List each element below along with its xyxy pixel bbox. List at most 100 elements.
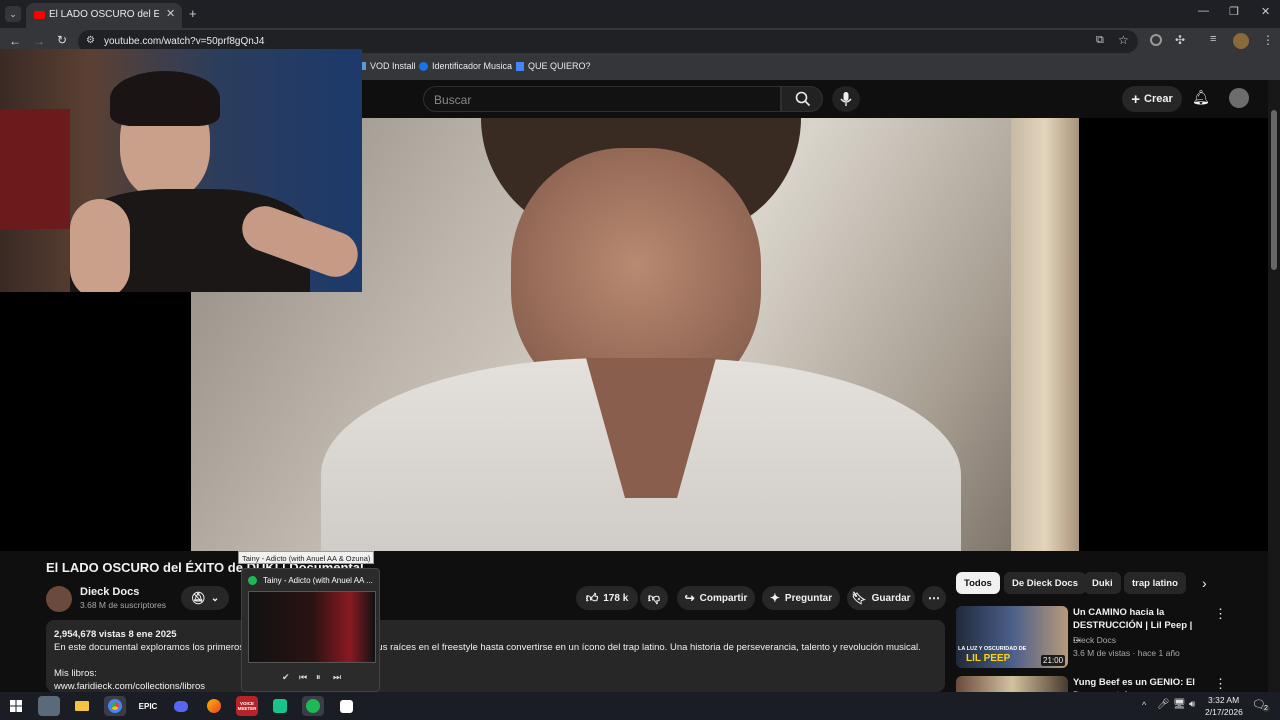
like-button[interactable]: 👍︎ 178 k [576, 586, 638, 610]
chevron-down-icon: ⌄ [210, 592, 220, 604]
tray-overflow-icon[interactable]: ^ [1142, 700, 1146, 710]
windows-icon [10, 700, 22, 712]
clock-date[interactable]: 2/17/2026 [1205, 707, 1243, 717]
more-actions-button[interactable]: ⋯ [922, 586, 946, 610]
windows-taskbar: EPIC VOICE MEETER ^ 🎤︎ 🖥︎ 🔊︎ 3:32 AM 2/1… [0, 692, 1280, 720]
views-date: 2,954,678 vistas 8 ene 2025 [54, 629, 177, 640]
video-player[interactable] [0, 49, 1268, 551]
folder-icon [75, 701, 89, 711]
tab-search-button[interactable]: ⌄ [5, 6, 21, 22]
reload-icon[interactable]: ↻ [57, 33, 67, 47]
channel-name[interactable]: Dieck Docs [80, 586, 139, 598]
chrome-taskbar-icon[interactable] [104, 696, 126, 716]
back-icon[interactable]: ← [9, 34, 21, 48]
forward-icon[interactable]: → [33, 34, 45, 48]
chips-next-icon[interactable]: › [1202, 575, 1207, 591]
new-tab-icon[interactable]: + [189, 6, 197, 21]
minimize-icon[interactable]: — [1198, 5, 1209, 17]
spotify-window-thumbnail [248, 591, 376, 663]
url-text: youtube.com/watch?v=50prf8gQnJ4 [104, 36, 265, 47]
video-thumbnail[interactable]: LA LUZ Y OSCURIDAD DE LIL PEEP 21:00 [956, 606, 1068, 668]
spotify-taskbar-preview[interactable]: Tainy - Adicto (with Anuel AA ... ✔ ⏮ ⏸ … [241, 568, 380, 692]
subscribed-bell-button[interactable]: 🔕︎ ⌄ [181, 586, 229, 610]
rec-more-icon[interactable]: ⋮ [1214, 606, 1227, 622]
video-thumbnail[interactable] [956, 676, 1068, 692]
microphone-tray-icon[interactable]: 🎤︎ [1157, 699, 1170, 710]
search-icon [795, 91, 811, 107]
search-input[interactable]: Buscar [423, 86, 781, 112]
discord-icon[interactable] [170, 696, 192, 716]
tab-bar: ⌄ El LADO OSCURO del ÉXITO de ✕ + — ❐ ✕ [0, 0, 1280, 28]
clock-time[interactable]: 3:32 AM [1208, 695, 1239, 705]
bookmark-star-icon[interactable]: ☆ [1118, 33, 1129, 47]
browser-tab[interactable]: El LADO OSCURO del ÉXITO de ✕ [26, 3, 182, 28]
media-control-icon[interactable]: ≡ [1210, 33, 1216, 45]
bookmark-label: Identificador Musica [432, 61, 513, 71]
spotify-logo-icon [306, 699, 320, 713]
notification-count: 2 [1262, 705, 1270, 712]
page-scrollbar[interactable] [1268, 80, 1280, 692]
install-app-icon[interactable]: ⧉ [1096, 34, 1104, 47]
bookmark-vod-install[interactable]: VOD Install [358, 61, 416, 71]
scrollbar-thumb[interactable] [1271, 110, 1277, 270]
close-window-icon[interactable]: ✕ [1261, 5, 1270, 18]
chrome-menu-icon[interactable]: ⋮ [1262, 33, 1274, 47]
previous-track-icon[interactable]: ⏮ [299, 672, 307, 683]
voice-search-button[interactable] [832, 86, 860, 112]
create-label: Crear [1144, 93, 1173, 105]
chip-de-dieck-docs[interactable]: De Dieck Docs [1004, 572, 1087, 594]
next-track-icon[interactable]: ⏭ [333, 672, 341, 683]
doc-icon [516, 61, 524, 71]
share-button[interactable]: ↪ Compartir [677, 586, 755, 610]
description-text-start: En este documental exploramos los primer… [54, 642, 245, 653]
file-explorer-icon[interactable] [71, 696, 93, 716]
task-view-icon[interactable] [38, 696, 60, 716]
voicemeeter-icon[interactable]: VOICE MEETER [236, 696, 258, 716]
search-button[interactable] [781, 86, 823, 112]
notifications-bell-icon[interactable]: 🔔︎ [1192, 89, 1210, 106]
chip-trap-latino[interactable]: trap latino [1124, 572, 1186, 594]
share-icon: ↪ [684, 591, 695, 605]
extensions-puzzle-icon[interactable]: ✣ [1175, 33, 1185, 47]
rec-meta: 3.6 M de vistas · hace 1 año [1073, 648, 1180, 658]
dislike-button[interactable]: 👎︎ [640, 586, 668, 610]
spotify-tooltip: Tainy - Adicto (with Anuel AA & Ozuna) [238, 551, 375, 564]
description-box[interactable]: 2,954,678 vistas 8 ene 2025 En este docu… [46, 620, 945, 692]
app-green-icon[interactable] [269, 696, 291, 716]
save-button[interactable]: 🔖︎ Guardar [847, 586, 915, 610]
epic-label: EPIC [138, 701, 158, 711]
profile-avatar[interactable] [1233, 33, 1249, 49]
epic-games-icon[interactable]: EPIC [137, 696, 159, 716]
rec-more-icon[interactable]: ⋮ [1214, 676, 1227, 692]
like-song-icon[interactable]: ✔ [282, 672, 290, 683]
share-label: Compartir [699, 592, 748, 604]
bookmark-label: VOD Install [370, 61, 416, 71]
bookmark-que-quiero[interactable]: QUE QUIERO? [516, 61, 591, 71]
network-icon[interactable]: 🖥︎ [1173, 699, 1186, 710]
chip-todos[interactable]: Todos [956, 572, 1000, 594]
create-button[interactable]: + Crear [1122, 86, 1182, 112]
recommended-video[interactable]: Yung Beef es un GENIO: El Documental ⋮ [956, 676, 1268, 692]
account-avatar[interactable] [1229, 88, 1249, 108]
capcut-icon[interactable] [335, 696, 357, 716]
tab-close-icon[interactable]: ✕ [166, 7, 175, 20]
description-text-end: e sus raíces en el freestyle hasta conve… [364, 642, 921, 653]
extension-icon[interactable] [1150, 34, 1162, 46]
recommended-video[interactable]: LA LUZ Y OSCURIDAD DE LIL PEEP 21:00 Un … [956, 606, 1268, 670]
thumbnail-caption: LA LUZ Y OSCURIDAD DE [958, 646, 1027, 652]
bookmark-identificador-musica[interactable]: Identificador Musica [419, 61, 512, 71]
site-info-icon[interactable]: ⚙ [86, 35, 95, 46]
restore-icon[interactable]: ❐ [1229, 5, 1239, 18]
sparkle-icon: ✦ [769, 591, 780, 605]
chip-duki[interactable]: Duki [1084, 572, 1121, 594]
start-button[interactable] [5, 696, 27, 716]
pause-icon[interactable]: ⏸ [316, 672, 321, 683]
microphone-icon [840, 92, 852, 106]
youtube-favicon-icon [34, 11, 45, 19]
ask-button[interactable]: ✦ Preguntar [762, 586, 840, 610]
channel-avatar[interactable] [46, 586, 72, 612]
spotify-taskbar-icon[interactable] [302, 696, 324, 716]
spotify-icon [248, 576, 257, 585]
firefox-icon[interactable] [203, 696, 225, 716]
volume-icon[interactable]: 🔊︎ [1189, 699, 1195, 710]
